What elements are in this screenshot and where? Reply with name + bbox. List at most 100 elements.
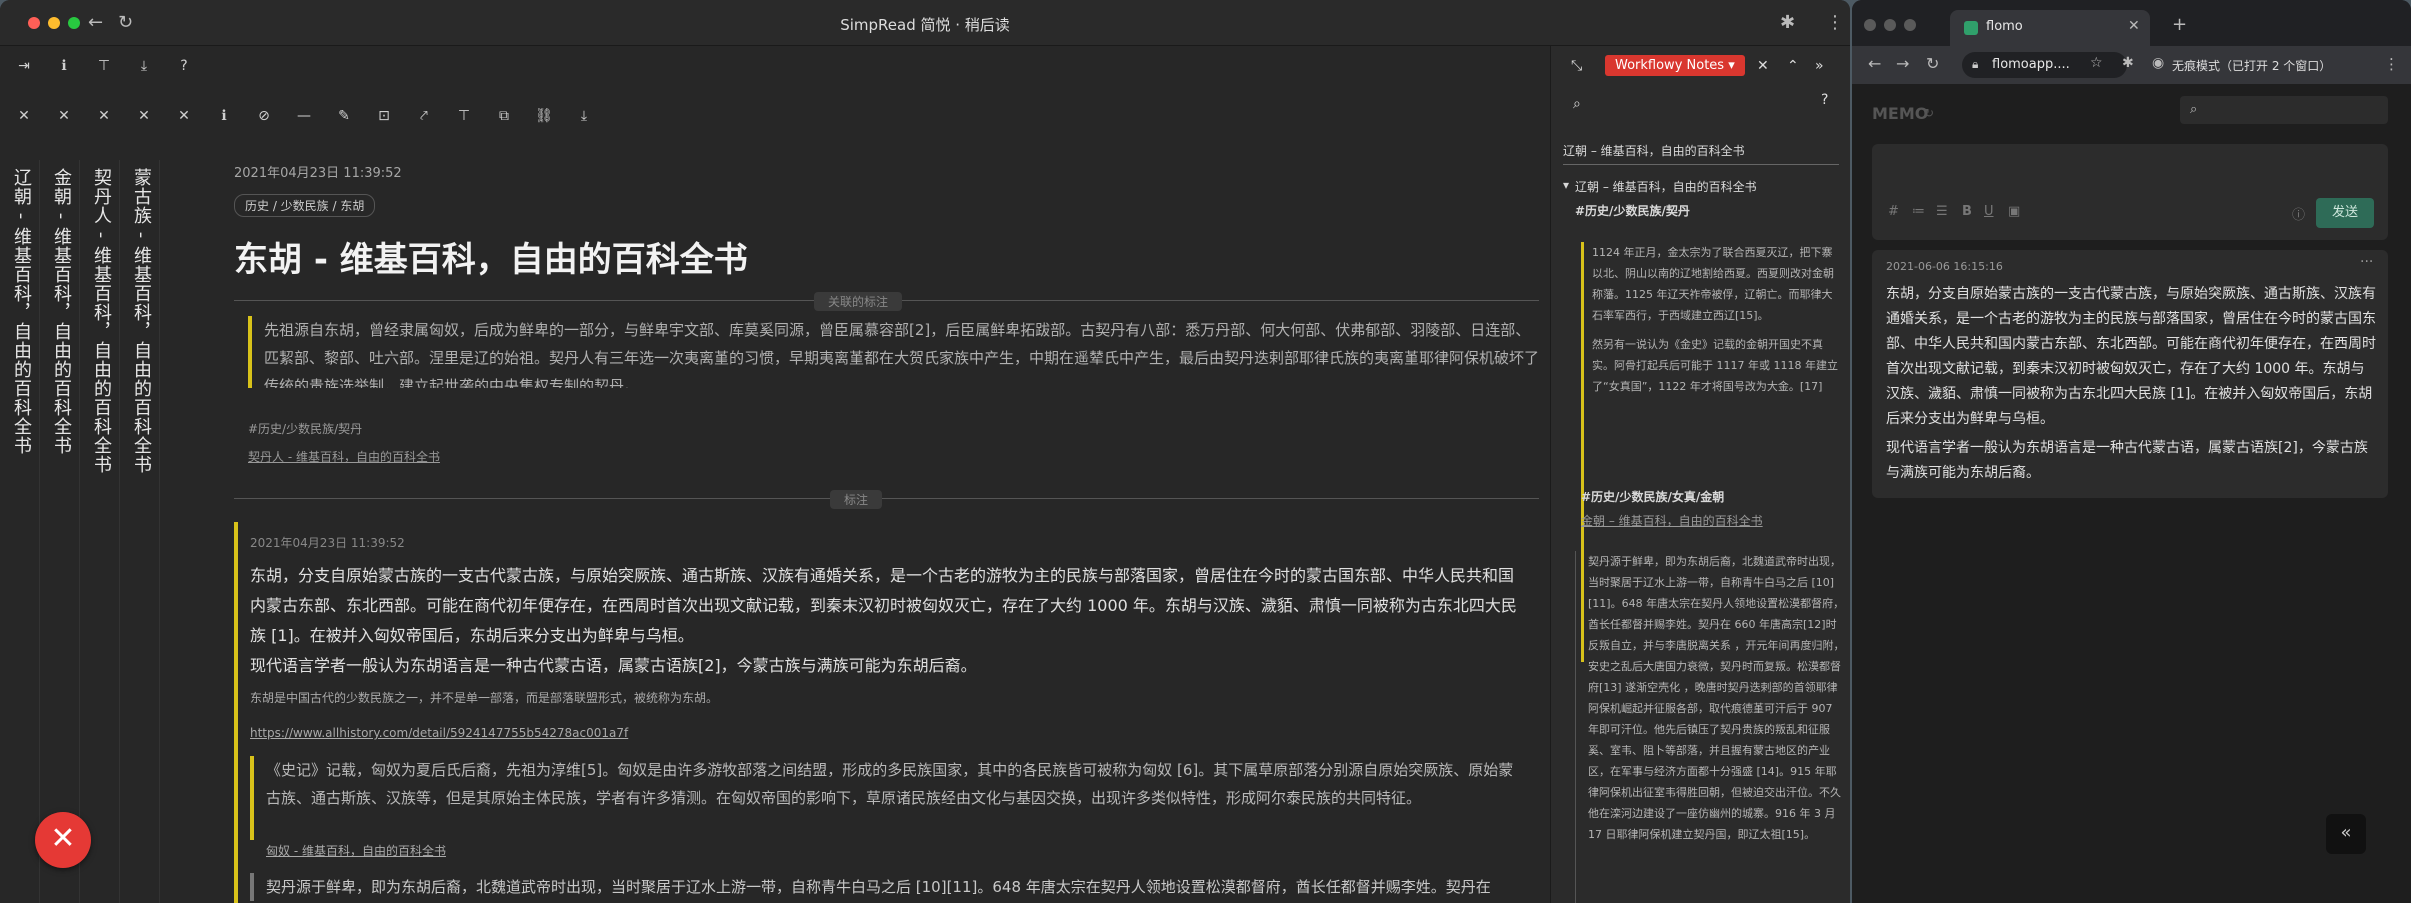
annotation-paragraph-2: 现代语言学者一般认为东胡语言是一种古代蒙古语，属蒙古语族[2]，今蒙古族与满族可… <box>250 656 977 675</box>
bookmark-star-icon[interactable]: ☆ <box>2090 55 2103 71</box>
workflowy-root-item[interactable]: 辽朝 – 维基百科，自由的百科全书 <box>1575 178 1757 195</box>
back-icon[interactable]: ← <box>1868 54 1881 73</box>
divider-label: 关联的标注 <box>814 292 903 311</box>
tab-title: flomo <box>1986 19 2023 34</box>
brand-label: MEMO <box>1872 104 1929 123</box>
annotation-note: 东胡是中国古代的少数民族之一，并不是单一部落，而是部落联盟形式，被统称为东胡。 <box>250 691 719 705</box>
close-icon[interactable]: ✕ <box>14 108 34 124</box>
close-icon[interactable]: ✕ <box>94 108 114 124</box>
reader-toolbar-annotations: ✕ ✕ ✕ ✕ ✕ ℹ ⊘ — ✎ ⊡ ⤤ ⊤ ⧉ ⛓ ⤓ <box>0 100 1548 134</box>
info-icon[interactable]: ℹ <box>214 108 234 124</box>
ordered-list-icon[interactable]: ☰ <box>1936 204 1948 219</box>
info-icon[interactable]: ℹ <box>54 58 74 74</box>
more-vertical-icon[interactable]: ⋮ <box>2384 55 2399 73</box>
vertical-tab-jin[interactable]: 金朝 - 维基百科，自由的百科全书 <box>40 160 80 903</box>
tab-bar: flomo ✕ + <box>1852 0 2411 52</box>
memo-more-icon[interactable]: ··· <box>2360 254 2373 270</box>
send-button[interactable]: 发送 <box>2316 198 2374 228</box>
window-title: SimpRead 简悦 · 稍后读 <box>840 16 1010 34</box>
annotation-paragraph-1: 东胡，分支自原始蒙古族的一支古代蒙古族，与原始突厥族、通古斯族、汉族有通婚关系，… <box>250 566 1517 645</box>
sync-icon: ↻ <box>1924 106 1935 120</box>
nested-quote: 契丹源于鲜卑，即为东胡后裔，北魏道武帝时出现，当时聚居于辽水上游一带，自称青牛白… <box>250 873 1520 901</box>
simpread-window: ← ↻ SimpRead 简悦 · 稍后读 ✱ ⋮ ⇥ ℹ ⊤ ⤓ ? ✕ ✕ … <box>0 0 1850 903</box>
link-icon[interactable]: ⛓ <box>534 108 554 124</box>
sitemap-icon[interactable]: ⊤ <box>454 108 474 124</box>
forward-icon[interactable]: → <box>1896 54 1909 73</box>
close-fab-button[interactable]: ✕ <box>35 812 91 868</box>
workflowy-breadcrumb[interactable]: 辽朝 – 维基百科，自由的百科全书 <box>1563 142 1745 159</box>
incognito-label[interactable]: 无痕模式（已打开 2 个窗口） <box>2172 57 2331 74</box>
article-title: 东胡 - 维基百科，自由的百科全书 <box>234 240 748 280</box>
extension-puzzle-icon[interactable]: ✱ <box>2122 55 2134 71</box>
maximize-window-button[interactable] <box>1904 19 1916 31</box>
crop-icon[interactable]: ⊡ <box>374 108 394 124</box>
bold-icon[interactable]: B <box>1962 204 1972 219</box>
article-tag[interactable]: 历史 / 少数民族 / 东胡 <box>234 194 376 217</box>
annotation-url[interactable]: https://www.allhistory.com/detail/592414… <box>250 726 1539 740</box>
memo-date: 2021-06-06 16:15:16 <box>1886 260 2003 273</box>
eye-off-icon[interactable]: ⊘ <box>254 108 274 124</box>
memo-card: 2021-06-06 16:15:16 ··· 东胡，分支自原始蒙古族的一支古代… <box>1872 250 2388 498</box>
vertical-tab-mongol[interactable]: 蒙古族 - 维基百科，自由的百科全书 <box>120 160 160 903</box>
vertical-tab-liao[interactable]: 辽朝 - 维基百科，自由的百科全书 <box>0 160 40 903</box>
minimize-window-button[interactable] <box>1884 19 1896 31</box>
memo-editor[interactable]: # ≔ ☰ B U ▣ ⓘ 发送 <box>1872 144 2388 240</box>
share-icon[interactable]: ⤤ <box>414 108 434 124</box>
workflowy-panel: ⤡ Workflowy Notes ▾ ✕ ⌃ » ⌕ ? 辽朝 – 维基百科，… <box>1550 46 1850 903</box>
related-link[interactable]: 契丹人 - 维基百科，自由的百科全书 <box>248 448 440 465</box>
flomo-favicon-icon <box>1964 21 1978 35</box>
new-tab-icon[interactable]: + <box>2172 14 2187 35</box>
stack-icon[interactable]: ⧉ <box>494 108 514 124</box>
more-vertical-icon[interactable]: ⋮ <box>1826 12 1844 33</box>
close-icon[interactable]: ✕ <box>1757 58 1769 74</box>
hashtag-icon[interactable]: # <box>1888 204 1899 219</box>
compress-icon[interactable]: ⤡ <box>1571 58 1582 74</box>
related-tag[interactable]: #历史/少数民族/契丹 <box>248 420 362 437</box>
title-bar: ← ↻ SimpRead 简悦 · 稍后读 ✱ ⋮ <box>0 0 1850 46</box>
collapse-sidebar-button[interactable]: « <box>2326 814 2366 854</box>
sitemap-icon[interactable]: ⊤ <box>94 58 114 74</box>
divider-label: 标注 <box>830 490 883 509</box>
incognito-icon: ◉ <box>2152 55 2165 71</box>
info-icon[interactable]: ⓘ <box>2292 204 2305 223</box>
search-icon[interactable]: ⌕ <box>1573 96 1581 112</box>
divider <box>1563 164 1839 165</box>
workflowy-text-block: 契丹源于鲜卑，即为东胡后裔，北魏道武帝时出现，当时聚居于辽水上游一带，自称青牛白… <box>1575 551 1845 903</box>
memo-paragraph-2: 现代语言学者一般认为东胡语言是一种古代蒙古语，属蒙古语族[2]，今蒙古族与满族可… <box>1886 440 2368 481</box>
close-tab-icon[interactable]: ✕ <box>2128 18 2140 34</box>
annotation-card: 2021年04月23日 11:39:52 东胡，分支自原始蒙古族的一支古代蒙古族… <box>234 522 1539 903</box>
download-icon[interactable]: ⤓ <box>574 108 594 124</box>
divider <box>234 498 1539 499</box>
flomo-browser-window: flomo ✕ + ← → ↻ 🔒︎ flomoapp.... ☆ ✱ ◉ 无痕… <box>1852 0 2411 903</box>
close-icon[interactable]: ✕ <box>54 108 74 124</box>
minus-icon[interactable]: — <box>294 108 314 124</box>
workflowy-notes-dropdown[interactable]: Workflowy Notes ▾ <box>1605 55 1745 76</box>
collapse-chevron-icon[interactable]: ▾ <box>1563 178 1569 192</box>
browser-tab[interactable]: flomo ✕ <box>1950 10 2150 46</box>
chevron-up-icon[interactable]: ⌃ <box>1787 58 1799 74</box>
close-icon[interactable]: ✕ <box>174 108 194 124</box>
reader-toolbar-top: ⇥ ℹ ⊤ ⤓ ? <box>0 46 1548 88</box>
close-window-button[interactable] <box>1864 19 1876 31</box>
help-icon[interactable]: ? <box>1821 92 1828 108</box>
vertical-tab-khitan[interactable]: 契丹人 - 维基百科，自由的百科全书 <box>80 160 120 903</box>
help-icon[interactable]: ? <box>174 58 194 74</box>
expand-right-icon[interactable]: » <box>1815 58 1824 74</box>
workflowy-link[interactable]: 金朝 – 维基百科，自由的百科全书 <box>1581 512 1763 529</box>
pencil-icon[interactable]: ✎ <box>334 108 354 124</box>
reload-icon[interactable]: ↻ <box>1926 54 1939 73</box>
underline-icon[interactable]: U <box>1984 204 1994 219</box>
address-bar: ← → ↻ 🔒︎ flomoapp.... ☆ ✱ ◉ 无痕模式（已打开 2 个… <box>1852 46 2411 84</box>
close-icon[interactable]: ✕ <box>134 108 154 124</box>
search-icon: ⌕ <box>2190 102 2198 117</box>
lock-icon: 🔒︎ <box>1972 57 1979 71</box>
search-input[interactable]: ⌕ <box>2180 96 2388 124</box>
image-icon[interactable]: ▣ <box>2008 204 2020 219</box>
exit-icon[interactable]: ⇥ <box>14 58 34 74</box>
flomo-content: MEMO ↻ ⌕ # ≔ ☰ B U ▣ ⓘ 发送 2021-06-06 16:… <box>1852 84 2411 903</box>
unordered-list-icon[interactable]: ≔ <box>1912 204 1925 219</box>
extension-puzzle-icon[interactable]: ✱ <box>1780 12 1795 33</box>
nested-quote-link[interactable]: 匈奴 - 维基百科，自由的百科全书 <box>266 842 1539 859</box>
memo-paragraph-1: 东胡，分支自原始蒙古族的一支古代蒙古族，与原始突厥族、通古斯族、汉族有通婚关系，… <box>1886 286 2376 427</box>
download-icon[interactable]: ⤓ <box>134 58 154 74</box>
